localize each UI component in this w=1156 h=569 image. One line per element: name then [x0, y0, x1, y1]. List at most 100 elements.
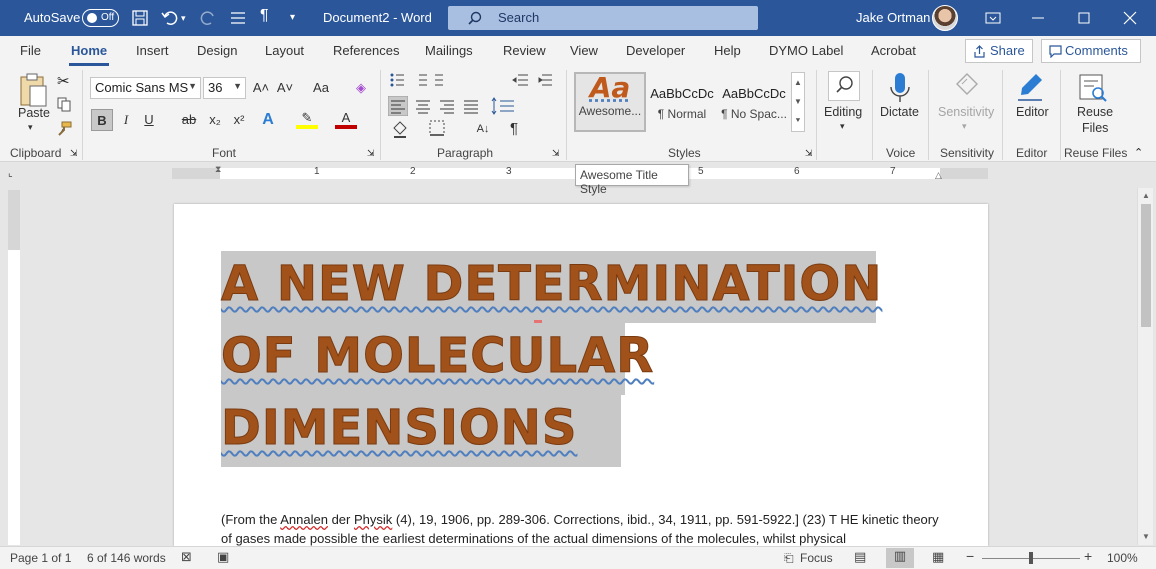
redo-icon[interactable] — [198, 8, 218, 28]
tab-home[interactable]: Home — [68, 43, 110, 66]
scroll-thumb[interactable] — [1141, 204, 1151, 327]
paste-icon[interactable] — [18, 72, 48, 108]
shading-icon[interactable] — [390, 118, 414, 138]
sensitivity-label[interactable]: Sensitivity — [938, 105, 994, 119]
microphone-icon[interactable] — [889, 72, 911, 106]
editing-label[interactable]: Editing — [824, 105, 862, 119]
font-launcher-icon[interactable]: ⇲ — [367, 148, 375, 159]
macro-icon[interactable]: ▣ — [217, 549, 229, 565]
bullets-quick-icon[interactable] — [228, 8, 248, 28]
tab-view[interactable]: View — [570, 43, 598, 58]
proofing-icon[interactable]: ⊠ — [181, 549, 192, 565]
save-icon[interactable] — [130, 8, 150, 28]
tab-help[interactable]: Help — [714, 43, 741, 58]
user-name[interactable]: Jake Ortman — [856, 10, 930, 25]
tab-developer[interactable]: Developer — [626, 43, 685, 58]
zoom-thumb[interactable] — [1029, 552, 1033, 564]
change-case-button[interactable]: Aa — [306, 77, 336, 99]
pilcrow-quick-icon[interactable]: ¶ — [260, 7, 280, 27]
font-name-combo[interactable]: Comic Sans MS ▼ — [90, 77, 201, 99]
bold-button[interactable]: B — [91, 109, 113, 131]
maximize-icon[interactable] — [1074, 8, 1094, 28]
highlight-icon[interactable]: ✎ — [296, 109, 318, 129]
paste-dropdown-icon[interactable]: ▾ — [28, 122, 33, 133]
copy-icon[interactable] — [56, 96, 72, 112]
align-left-icon[interactable] — [388, 96, 408, 116]
share-button[interactable]: Share — [965, 39, 1033, 63]
style-awesome-title[interactable]: Aa Awesome... — [574, 72, 646, 132]
clipboard-launcher-icon[interactable]: ⇲ — [70, 148, 78, 159]
subscript-button[interactable]: x₂ — [204, 109, 226, 131]
reuse-label-2[interactable]: Files — [1082, 121, 1108, 135]
tab-mailings[interactable]: Mailings — [425, 43, 473, 58]
zoom-out-icon[interactable]: − — [966, 548, 974, 564]
justify-icon[interactable] — [461, 96, 481, 116]
customize-toolbar-icon[interactable]: ▾ — [290, 12, 310, 32]
editor-icon[interactable] — [1016, 72, 1046, 104]
bullets-icon[interactable] — [389, 72, 449, 88]
title-line-2[interactable]: OF MOLECULAR — [220, 328, 654, 385]
editor-label[interactable]: Editor — [1016, 105, 1049, 119]
undo-icon[interactable] — [160, 8, 180, 28]
italic-button[interactable]: I — [115, 109, 137, 131]
zoom-in-icon[interactable]: + — [1084, 548, 1092, 564]
font-size-combo[interactable]: 36 ▼ — [203, 77, 246, 99]
search-box[interactable]: Search — [448, 6, 758, 30]
collapse-ribbon-icon[interactable]: ⌃ — [1134, 146, 1143, 159]
close-icon[interactable] — [1120, 8, 1140, 28]
read-mode-icon[interactable]: ▤ — [854, 549, 866, 565]
focus-label[interactable]: Focus — [800, 551, 833, 565]
dictate-label[interactable]: Dictate — [880, 105, 919, 119]
page-count[interactable]: Page 1 of 1 — [10, 551, 71, 565]
indent-icons[interactable] — [512, 72, 554, 88]
style-normal[interactable]: AaBbCcDc ¶ Normal — [648, 72, 716, 132]
format-painter-icon[interactable] — [56, 120, 72, 136]
tab-acrobat[interactable]: Acrobat — [871, 43, 916, 58]
title-line-3[interactable]: DIMENSIONS — [220, 400, 577, 457]
show-marks-icon[interactable]: ¶ — [503, 118, 525, 140]
document-page[interactable]: A NEW DETERMINATION OF MOLECULAR DIMENSI… — [174, 204, 988, 546]
tab-design[interactable]: Design — [197, 43, 237, 58]
paragraph-launcher-icon[interactable]: ⇲ — [552, 148, 560, 159]
right-indent-icon[interactable]: △ — [935, 170, 942, 181]
reuse-files-icon[interactable] — [1077, 72, 1109, 104]
tab-insert[interactable]: Insert — [136, 43, 169, 58]
avatar[interactable] — [932, 5, 958, 31]
align-center-icon[interactable] — [413, 96, 433, 116]
sensitivity-icon[interactable] — [954, 72, 980, 104]
sort-icon[interactable]: A↓ — [472, 118, 494, 140]
strikethrough-button[interactable]: ab — [178, 109, 200, 131]
clear-formatting-icon[interactable]: ◈ — [350, 77, 372, 99]
word-count[interactable]: 6 of 146 words — [87, 551, 166, 565]
comments-button[interactable]: Comments — [1041, 39, 1141, 63]
tab-file[interactable]: File — [20, 43, 41, 58]
scroll-down-icon[interactable]: ▼ — [1142, 532, 1150, 541]
underline-button[interactable]: U — [138, 109, 160, 131]
styles-scroll[interactable]: ▲ ▼ ⯆ — [791, 72, 805, 132]
style-no-spacing[interactable]: AaBbCcDc ¶ No Spac... — [720, 72, 788, 132]
reuse-label-1[interactable]: Reuse — [1077, 105, 1113, 119]
scroll-up-icon[interactable]: ▲ — [1142, 191, 1150, 200]
grow-font-button[interactable]: A˄ — [250, 77, 272, 99]
editing-dropdown-icon[interactable]: ▾ — [840, 121, 845, 132]
paste-label[interactable]: Paste — [18, 106, 50, 120]
vertical-scrollbar[interactable]: ▲ ▼ — [1137, 188, 1153, 545]
print-layout-icon[interactable]: ▥ — [886, 548, 914, 568]
zoom-level[interactable]: 100% — [1107, 551, 1138, 565]
focus-icon[interactable]: ⎗ — [784, 551, 794, 566]
ribbon-display-icon[interactable] — [983, 8, 1003, 28]
tab-review[interactable]: Review — [503, 43, 546, 58]
text-effects-icon[interactable]: A — [257, 109, 279, 131]
title-line-1[interactable]: A NEW DETERMINATION — [220, 256, 882, 313]
shrink-font-button[interactable]: A˅ — [274, 77, 296, 99]
line-spacing-icon[interactable] — [490, 96, 520, 116]
editing-search-icon[interactable] — [828, 71, 860, 101]
tab-layout[interactable]: Layout — [265, 43, 304, 58]
cut-icon[interactable]: ✂ — [57, 72, 70, 90]
tab-selector-icon[interactable]: ⌞ — [8, 168, 13, 179]
web-layout-icon[interactable]: ▦ — [932, 549, 944, 565]
tab-references[interactable]: References — [333, 43, 399, 58]
borders-icon[interactable] — [427, 118, 447, 138]
styles-launcher-icon[interactable]: ⇲ — [805, 148, 813, 159]
sensitivity-dropdown-icon[interactable]: ▾ — [962, 121, 967, 132]
